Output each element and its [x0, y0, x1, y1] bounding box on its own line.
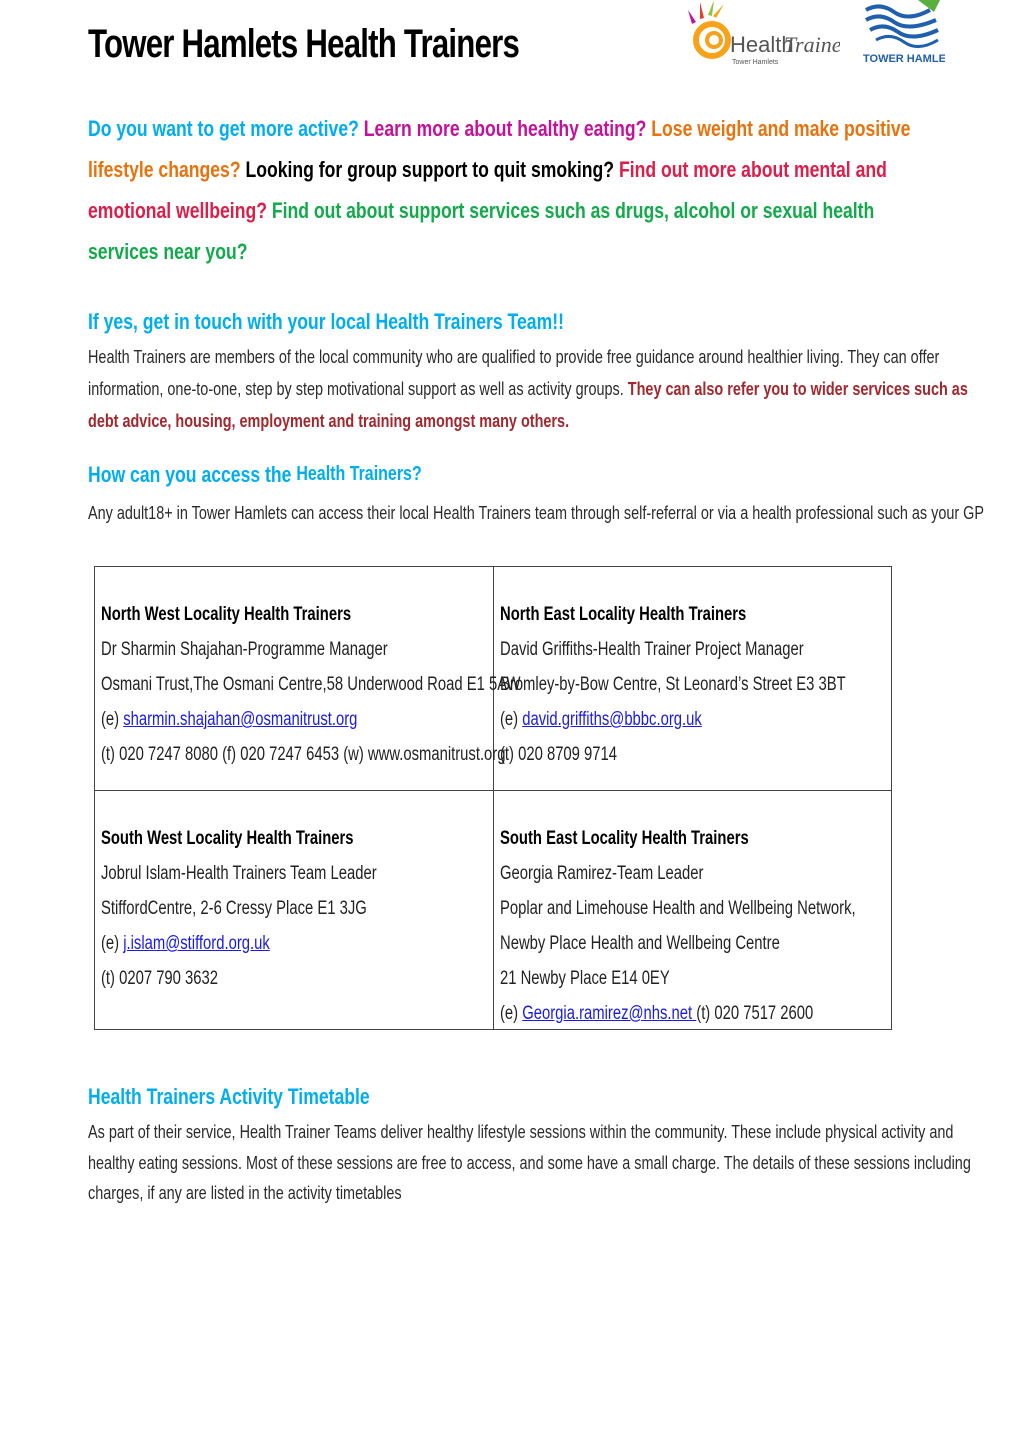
locality-contact: David Griffiths-Health Trainer Project M…	[499, 639, 804, 660]
waves-icon	[865, 0, 940, 48]
health-trainers-logo: Health Trainers Tower Hamlets	[688, 0, 840, 66]
intro-phrase: Do you want to get more active?	[88, 116, 364, 141]
locality-email-row: (e) david.griffiths@bbbc.org.uk	[500, 702, 846, 737]
locality-email-row: (e) sharmin.shajahan@osmanitrust.org	[101, 702, 521, 737]
access-heading-part: How can you access the	[88, 462, 297, 487]
page-title: Tower Hamlets Health Trainers	[88, 22, 520, 66]
email-link[interactable]: Georgia.ramirez@nhs.net	[522, 1003, 696, 1024]
highlight-text: debt advice, housing, employment and tra…	[88, 410, 570, 431]
timetable-text: healthy eating sessions. Most of these s…	[88, 1152, 971, 1173]
intro-phrase: Find out about support services such as …	[271, 198, 875, 223]
locality-phone: (t) 020 8709 9714	[499, 744, 617, 765]
get-in-touch-text: information, one-to-one, step by step mo…	[88, 378, 968, 400]
locality-contact: Dr Sharmin Shajahan-Programme Manager	[101, 639, 388, 660]
email-link[interactable]: sharmin.shajahan@osmanitrust.org	[123, 709, 357, 730]
locality-address: Newby Place Health and Wellbeing Centre	[499, 933, 780, 954]
health-trainers-logo-script: Trainers	[784, 32, 840, 57]
intro-phrase: Looking for group support to quit smokin…	[245, 157, 619, 182]
email-prefix: (e)	[499, 709, 522, 730]
locality-title: South East Locality Health Trainers	[499, 828, 749, 849]
sunburst-icon	[688, 0, 731, 59]
get-in-touch-heading: If yes, get in touch with your local Hea…	[88, 309, 564, 334]
locality-contacts-table: North West Locality Health Trainers Dr S…	[94, 566, 892, 1030]
email-prefix: (e)	[101, 933, 124, 954]
intro-phrase: emotional wellbeing?	[88, 198, 272, 223]
timetable-text: charges, if any are listed in the activi…	[88, 1182, 402, 1203]
intro-phrase: lifestyle changes?	[88, 157, 246, 182]
get-in-touch-text: Health Trainers are members of the local…	[88, 346, 940, 367]
locality-email-row: (e) j.islam@stifford.org.uk	[101, 926, 377, 961]
locality-email-row: (e) Georgia.ramirez@nhs.net (t) 020 7517…	[500, 996, 856, 1031]
intro-phrase: Lose weight and make positive	[651, 116, 911, 141]
get-in-touch-text: debt advice, housing, employment and tra…	[88, 410, 569, 432]
highlight-text: They can also refer you to wider service…	[627, 378, 968, 399]
intro-line: lifestyle changes? Looking for group sup…	[88, 157, 887, 183]
access-heading-part: Health Trainers?	[296, 463, 422, 485]
locality-contact: Jobrul Islam-Health Trainers Team Leader	[101, 863, 377, 884]
intro-phrase: Find out more about mental and	[618, 157, 887, 182]
plain-text: information, one-to-one, step by step mo…	[88, 378, 628, 399]
health-trainers-logo-sub: Tower Hamlets	[732, 59, 779, 66]
email-link[interactable]: david.griffiths@bbbc.org.uk	[522, 709, 702, 730]
locality-cell-south-east: South East Locality Health Trainers Geor…	[492, 790, 892, 1031]
intro-line: services near you?	[88, 239, 247, 265]
locality-cell-north-west: North West Locality Health Trainers Dr S…	[94, 566, 521, 791]
intro-phrase: services near you?	[88, 239, 248, 264]
tower-hamlets-logo-text: TOWER HAMLETS	[863, 53, 945, 65]
locality-phone: (t) 020 7247 8080 (f) 020 7247 6453 (w) …	[101, 744, 506, 765]
locality-cell-south-west: South West Locality Health Trainers Jobr…	[94, 790, 494, 1030]
timetable-text: As part of their service, Health Trainer…	[88, 1121, 954, 1142]
locality-title: North West Locality Health Trainers	[101, 604, 352, 625]
locality-address: 21 Newby Place E14 0EY	[499, 968, 670, 989]
access-text: Any adult18+ in Tower Hamlets can access…	[88, 502, 985, 523]
email-link[interactable]: j.islam@stifford.org.uk	[123, 933, 270, 954]
timetable-heading: Health Trainers Activity Timetable	[88, 1084, 370, 1109]
locality-cell-north-east: North East Locality Health Trainers Davi…	[492, 566, 892, 791]
intro-line: emotional wellbeing? Find out about supp…	[88, 198, 874, 224]
email-prefix: (e)	[101, 709, 124, 730]
locality-title: South West Locality Health Trainers	[101, 828, 354, 849]
email-prefix: (e)	[499, 1003, 522, 1024]
locality-contact: Georgia Ramirez-Team Leader	[499, 863, 703, 884]
intro-line: Do you want to get more active? Learn mo…	[88, 116, 910, 142]
locality-title: North East Locality Health Trainers	[499, 604, 746, 625]
locality-address: StiffordCentre, 2-6 Cressy Place E1 3JG	[101, 898, 367, 919]
tower-hamlets-logo: TOWER HAMLETS	[863, 0, 945, 65]
locality-address: Poplar and Limehouse Health and Wellbein…	[499, 898, 856, 919]
locality-address: Osmani Trust,The Osmani Centre,58 Underw…	[101, 674, 521, 695]
intro-phrase: Learn more about healthy eating?	[363, 116, 652, 141]
locality-phone: (t) 0207 790 3632	[101, 968, 219, 989]
access-heading: How can you access the Health Trainers?	[88, 462, 422, 488]
locality-phone: (t) 020 7517 2600	[695, 1003, 813, 1024]
locality-address: Bromley-by-Bow Centre, St Leonard’s Stre…	[499, 674, 846, 695]
